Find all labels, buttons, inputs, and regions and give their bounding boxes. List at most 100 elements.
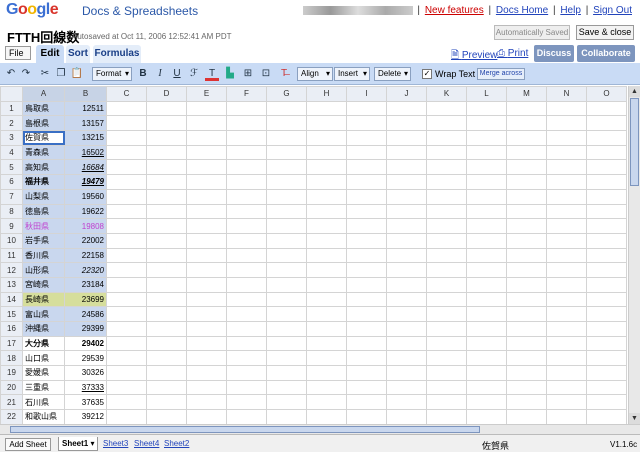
- empty-cell[interactable]: [586, 100, 627, 117]
- empty-cell[interactable]: [506, 379, 547, 396]
- empty-cell[interactable]: [226, 100, 267, 117]
- empty-cell[interactable]: [426, 144, 467, 161]
- empty-cell[interactable]: [426, 291, 467, 308]
- empty-cell[interactable]: [586, 262, 627, 278]
- collaborate-button[interactable]: Collaborate: [577, 45, 635, 62]
- empty-cell[interactable]: [186, 159, 227, 176]
- row-header[interactable]: 11: [0, 247, 23, 264]
- empty-cell[interactable]: [346, 174, 387, 190]
- empty-cell[interactable]: [186, 115, 227, 132]
- empty-cell[interactable]: [386, 276, 427, 293]
- cut-icon[interactable]: ✂: [38, 67, 52, 81]
- empty-cell[interactable]: [586, 365, 627, 381]
- insert-dropdown[interactable]: Insert: [334, 67, 370, 81]
- empty-cell[interactable]: [466, 394, 507, 411]
- column-header[interactable]: F: [226, 86, 267, 102]
- empty-cell[interactable]: [546, 276, 587, 293]
- empty-cell[interactable]: [546, 100, 587, 117]
- align-dropdown[interactable]: Align: [297, 67, 333, 81]
- empty-cell[interactable]: [266, 130, 307, 146]
- empty-cell[interactable]: [226, 203, 267, 220]
- empty-cell[interactable]: [346, 306, 387, 322]
- row-header[interactable]: 8: [0, 203, 23, 220]
- empty-cell[interactable]: [506, 262, 547, 278]
- column-header[interactable]: J: [386, 86, 427, 102]
- empty-cell[interactable]: [426, 276, 467, 293]
- sheet-tab-sheet1[interactable]: Sheet1 ▾: [58, 437, 99, 451]
- undo-icon[interactable]: ↶: [4, 67, 18, 81]
- empty-cell[interactable]: [546, 379, 587, 396]
- empty-cell[interactable]: [426, 130, 467, 146]
- empty-cell[interactable]: [466, 188, 507, 205]
- empty-cell[interactable]: [346, 159, 387, 176]
- empty-cell[interactable]: [186, 130, 227, 146]
- cell-line-count[interactable]: 29399: [64, 321, 107, 337]
- empty-cell[interactable]: [226, 379, 267, 396]
- empty-cell[interactable]: [506, 130, 547, 146]
- row-header[interactable]: 6: [0, 174, 23, 190]
- empty-cell[interactable]: [546, 188, 587, 205]
- empty-cell[interactable]: [226, 306, 267, 322]
- redo-icon[interactable]: ↷: [19, 67, 33, 81]
- cell-line-count[interactable]: 19560: [64, 188, 107, 205]
- print-link[interactable]: ⎙ Print: [497, 48, 528, 59]
- empty-cell[interactable]: [546, 350, 587, 367]
- empty-cell[interactable]: [306, 218, 347, 234]
- row-header[interactable]: 10: [0, 232, 23, 249]
- empty-cell[interactable]: [466, 144, 507, 161]
- empty-cell[interactable]: [346, 144, 387, 161]
- cell-prefecture[interactable]: 鳥取県: [22, 100, 65, 117]
- empty-cell[interactable]: [106, 247, 147, 264]
- empty-cell[interactable]: [426, 335, 467, 352]
- google-logo[interactable]: Google: [6, 1, 59, 19]
- empty-cell[interactable]: [586, 130, 627, 146]
- empty-cell[interactable]: [386, 365, 427, 381]
- vertical-scroll-thumb[interactable]: [630, 98, 639, 186]
- empty-cell[interactable]: [306, 232, 347, 249]
- empty-cell[interactable]: [546, 203, 587, 220]
- cell-line-count[interactable]: 16684: [64, 159, 107, 176]
- empty-cell[interactable]: [306, 321, 347, 337]
- discuss-button[interactable]: Discuss: [534, 45, 574, 62]
- empty-cell[interactable]: [346, 232, 387, 249]
- row-header[interactable]: 9: [0, 218, 23, 234]
- cell-line-count[interactable]: 37635: [64, 394, 107, 411]
- bold-icon[interactable]: B: [136, 67, 150, 81]
- border-icon[interactable]: ⊞: [241, 67, 255, 81]
- empty-cell[interactable]: [546, 115, 587, 132]
- empty-cell[interactable]: [306, 247, 347, 264]
- empty-cell[interactable]: [266, 232, 307, 249]
- row-header[interactable]: 20: [0, 379, 23, 396]
- empty-cell[interactable]: [226, 247, 267, 264]
- column-header[interactable]: E: [186, 86, 227, 102]
- empty-cell[interactable]: [306, 159, 347, 176]
- empty-cell[interactable]: [346, 188, 387, 205]
- empty-cell[interactable]: [146, 100, 187, 117]
- sign-out-link[interactable]: Sign Out: [593, 5, 632, 16]
- empty-cell[interactable]: [106, 276, 147, 293]
- empty-cell[interactable]: [386, 188, 427, 205]
- column-header[interactable]: O: [586, 86, 627, 102]
- empty-cell[interactable]: [506, 174, 547, 190]
- empty-cell[interactable]: [546, 174, 587, 190]
- cell-prefecture[interactable]: 石川県: [22, 394, 65, 411]
- empty-cell[interactable]: [346, 247, 387, 264]
- empty-cell[interactable]: [386, 306, 427, 322]
- save-close-button[interactable]: Save & close: [576, 25, 634, 40]
- empty-cell[interactable]: [386, 335, 427, 352]
- empty-cell[interactable]: [466, 203, 507, 220]
- cell-line-count[interactable]: 12511: [64, 100, 107, 117]
- empty-cell[interactable]: [546, 232, 587, 249]
- empty-cell[interactable]: [346, 203, 387, 220]
- empty-cell[interactable]: [226, 115, 267, 132]
- empty-cell[interactable]: [106, 174, 147, 190]
- sheet-tab-sheet4[interactable]: Sheet4: [134, 439, 159, 448]
- empty-cell[interactable]: [226, 262, 267, 278]
- empty-cell[interactable]: [266, 394, 307, 411]
- empty-cell[interactable]: [146, 335, 187, 352]
- empty-cell[interactable]: [106, 306, 147, 322]
- empty-cell[interactable]: [226, 218, 267, 234]
- empty-cell[interactable]: [106, 232, 147, 249]
- empty-cell[interactable]: [506, 188, 547, 205]
- empty-cell[interactable]: [106, 100, 147, 117]
